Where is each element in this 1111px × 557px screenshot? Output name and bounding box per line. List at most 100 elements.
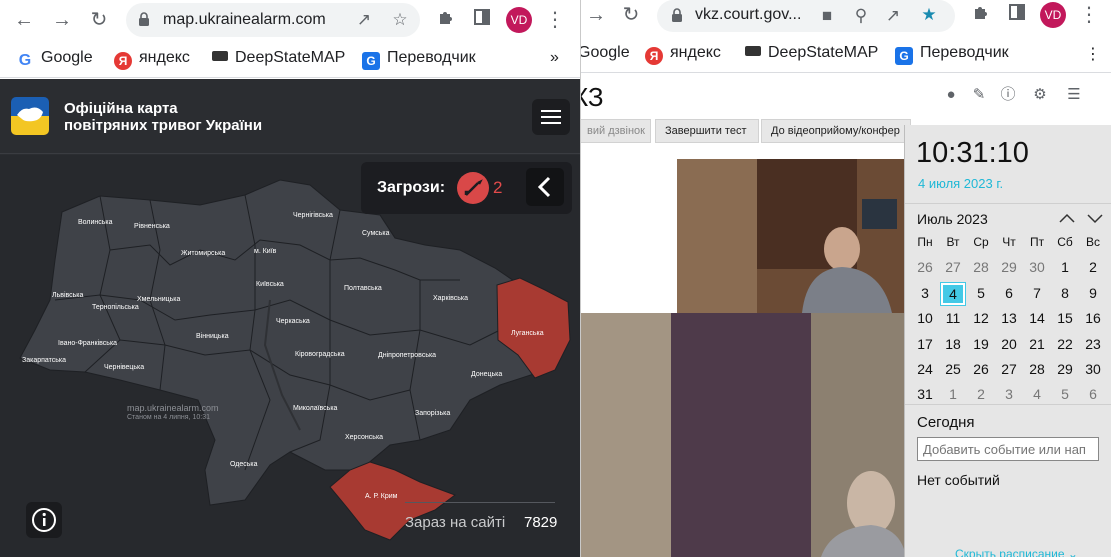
calendar-day[interactable]: 5 <box>967 285 995 301</box>
address-bar[interactable]: vkz.court.gov... ■ ⚲ ↗ ★ <box>657 0 955 32</box>
calendar-day[interactable]: 30 <box>1023 259 1051 275</box>
calendar-day[interactable]: 6 <box>995 285 1023 301</box>
extensions-icon[interactable] <box>969 3 993 27</box>
bookmark-deepstate[interactable]: DeepStateMAP <box>212 49 345 69</box>
calendar-day[interactable]: 26 <box>967 361 995 377</box>
calendar-day[interactable]: 1 <box>1051 259 1079 275</box>
collapse-panel-button[interactable] <box>526 168 564 206</box>
calendar-day[interactable]: 6 <box>1079 386 1107 402</box>
calendar-day[interactable]: 18 <box>939 336 967 352</box>
calendar-day[interactable]: 2 <box>967 386 995 402</box>
calendar-day[interactable]: 19 <box>967 336 995 352</box>
calendar-day[interactable]: 20 <box>995 336 1023 352</box>
ukraine-alarm-logo-icon[interactable] <box>11 97 49 135</box>
menu-dots-icon[interactable]: ⋮ <box>1077 3 1101 27</box>
month-label[interactable]: Июль 2023 <box>917 211 988 227</box>
bookmark-translate[interactable]: G Переводчик <box>362 49 476 70</box>
calendar-day[interactable]: 11 <box>939 310 967 326</box>
tab-call[interactable]: вий дзвінок <box>581 119 651 143</box>
calendar-day[interactable]: 2 <box>1079 259 1107 275</box>
tab-finish-test[interactable]: Завершити тест <box>655 119 759 143</box>
share-icon[interactable]: ↗ <box>354 10 374 30</box>
hamburger-menu-icon[interactable]: ☰ <box>1065 86 1083 104</box>
calendar-day[interactable]: 4 <box>1023 386 1051 402</box>
missile-icon[interactable] <box>457 172 489 204</box>
calendar-day[interactable]: 28 <box>1023 361 1051 377</box>
bookmark-translate[interactable]: G Переводчик <box>895 44 1009 65</box>
calendar-day[interactable]: 25 <box>939 361 967 377</box>
calendar-day[interactable]: 30 <box>1079 361 1107 377</box>
region-label-ternopil: Тернопільська <box>92 304 139 311</box>
calendar-day[interactable]: 27 <box>939 259 967 275</box>
region-label-zaporizhzhia: Запорізька <box>415 410 451 417</box>
bookmark-yandex[interactable]: Яяндекс <box>645 44 721 65</box>
calendar-day[interactable]: 10 <box>911 310 939 326</box>
calendar-day[interactable]: 1 <box>939 386 967 402</box>
chevron-down-icon[interactable] <box>1086 211 1104 225</box>
star-filled-icon[interactable]: ★ <box>919 5 939 25</box>
calendar-day[interactable]: 5 <box>1051 386 1079 402</box>
divider <box>905 404 1111 405</box>
calendar-day[interactable]: 24 <box>911 361 939 377</box>
side-panel-icon[interactable] <box>1005 3 1029 27</box>
reload-icon[interactable]: ↻ <box>87 8 111 32</box>
bookmark-deepstate[interactable]: DeepStateMAP <box>745 44 878 64</box>
calendar-day[interactable]: 13 <box>995 310 1023 326</box>
calendar-day[interactable]: 31 <box>911 386 939 402</box>
bookmark-yandex[interactable]: Яяндекс <box>114 49 190 70</box>
settings-gear-icon[interactable]: ⚙ <box>1031 86 1049 104</box>
forward-icon[interactable]: → <box>584 3 608 27</box>
calendar-day[interactable]: 12 <box>967 310 995 326</box>
side-panel-icon[interactable] <box>470 8 494 32</box>
deepstate-icon <box>212 51 228 61</box>
tab-video-reception[interactable]: До відеоприйому/конфер <box>761 119 911 143</box>
menu-dots-icon[interactable]: ⋮ <box>543 8 567 32</box>
calendar-day[interactable]: 16 <box>1079 310 1107 326</box>
info-button[interactable] <box>26 502 62 538</box>
calendar-day[interactable]: 23 <box>1079 336 1107 352</box>
forward-icon[interactable]: → <box>50 8 74 32</box>
calendar-day[interactable]: 14 <box>1023 310 1051 326</box>
calendar-day[interactable]: 17 <box>911 336 939 352</box>
back-icon[interactable]: ← <box>12 8 36 32</box>
bookmark-google[interactable]: Google <box>581 44 630 64</box>
date-link[interactable]: 4 июля 2023 г. <box>918 176 1003 191</box>
chevron-up-icon[interactable] <box>1058 211 1076 225</box>
bookmarks-more[interactable]: ⋮ <box>1085 44 1101 64</box>
bookmark-google[interactable]: G Google <box>16 49 93 70</box>
calendar-day[interactable]: 21 <box>1023 336 1051 352</box>
calendar-day[interactable]: 15 <box>1051 310 1079 326</box>
edit-icon[interactable]: ✎ <box>970 86 988 104</box>
calendar-day[interactable]: 8 <box>1051 285 1079 301</box>
hamburger-menu-icon[interactable] <box>532 99 570 135</box>
add-event-input[interactable] <box>917 437 1099 461</box>
extensions-icon[interactable] <box>434 8 458 32</box>
calendar-day[interactable]: 3 <box>911 285 939 301</box>
profile-avatar[interactable]: VD <box>1040 2 1066 28</box>
calendar-day-today[interactable]: 4 <box>940 282 966 306</box>
calendar-day[interactable]: 27 <box>995 361 1023 377</box>
region-label-ivano-frankivsk: Івано-Франківська <box>58 340 118 347</box>
zoom-icon[interactable]: ⚲ <box>851 6 871 26</box>
calendar-day[interactable]: 29 <box>995 259 1023 275</box>
hide-schedule-link[interactable]: Скрыть расписание ⌄ <box>955 547 1078 557</box>
calendar-day[interactable]: 29 <box>1051 361 1079 377</box>
calendar-day[interactable]: 26 <box>911 259 939 275</box>
star-icon[interactable]: ☆ <box>390 10 410 30</box>
calendar-day[interactable]: 7 <box>1023 285 1051 301</box>
info-icon[interactable]: ⓘ <box>999 86 1017 104</box>
profile-avatar[interactable]: VD <box>506 7 532 33</box>
region-label-zhytomyr: Житомирська <box>181 250 226 257</box>
share-icon[interactable]: ↗ <box>883 6 903 26</box>
camera-icon[interactable]: ■ <box>817 6 837 26</box>
calendar-day[interactable]: 9 <box>1079 285 1107 301</box>
online-divider <box>405 502 555 503</box>
weekday-label: Вс <box>1085 235 1100 249</box>
calendar-day[interactable]: 22 <box>1051 336 1079 352</box>
bookmarks-more[interactable]: » <box>550 49 559 69</box>
address-bar[interactable]: map.ukrainealarm.com ↗ ☆ <box>126 3 420 37</box>
calendar-day[interactable]: 28 <box>967 259 995 275</box>
reload-icon[interactable]: ↻ <box>619 3 643 27</box>
user-icon[interactable]: ● <box>942 86 960 104</box>
calendar-day[interactable]: 3 <box>995 386 1023 402</box>
